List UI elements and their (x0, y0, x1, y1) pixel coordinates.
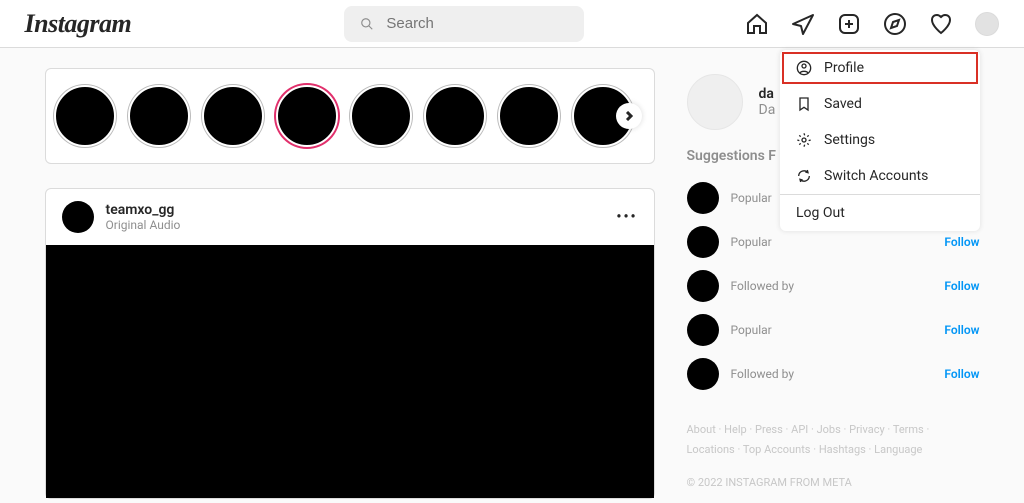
messenger-icon[interactable] (791, 12, 815, 36)
current-username: da (759, 86, 776, 102)
footer-link[interactable]: Jobs (817, 423, 850, 436)
copyright: © 2022 INSTAGRAM FROM META (687, 476, 980, 489)
follow-button[interactable]: Follow (944, 279, 979, 293)
suggestion-subtext: Popular (731, 323, 945, 337)
suggestion-avatar[interactable] (687, 358, 719, 390)
dropdown-label: Log Out (796, 205, 845, 221)
suggestion-row: Followed by Follow (687, 264, 980, 308)
bookmark-icon (796, 96, 812, 112)
suggestion-avatar[interactable] (687, 182, 719, 214)
suggestion-avatar[interactable] (687, 226, 719, 258)
footer-link[interactable]: Top Accounts (743, 443, 819, 456)
dropdown-item-profile[interactable]: Profile (780, 50, 980, 86)
suggestion-subtext: Popular (731, 235, 945, 249)
refresh-icon (796, 168, 812, 184)
follow-button[interactable]: Follow (944, 323, 979, 337)
footer-link[interactable]: Language (874, 443, 922, 456)
user-circle-icon (796, 60, 812, 76)
dropdown-label: Profile (824, 60, 864, 76)
brand-logo[interactable]: Instagram (25, 9, 132, 39)
story-circle[interactable] (498, 85, 560, 147)
post-author-avatar[interactable] (62, 201, 94, 233)
nav-icons (745, 12, 999, 36)
chevron-right-icon (624, 111, 634, 121)
dropdown-item-saved[interactable]: Saved (780, 86, 980, 122)
current-displayname: Da (759, 102, 776, 118)
dropdown-item-logout[interactable]: Log Out (780, 195, 980, 231)
post-media[interactable] (46, 245, 654, 498)
dropdown-item-switch[interactable]: Switch Accounts (780, 158, 980, 194)
footer-links: AboutHelpPressAPIJobsPrivacyTerms Locatio… (687, 420, 980, 460)
footer-link[interactable]: Privacy (849, 423, 893, 436)
current-user-avatar[interactable] (687, 74, 743, 130)
gear-icon (796, 132, 812, 148)
top-navigation: Instagram (0, 0, 1024, 48)
activity-icon[interactable] (929, 12, 953, 36)
footer-link[interactable]: Help (724, 423, 755, 436)
explore-icon[interactable] (883, 12, 907, 36)
footer-link[interactable]: Hashtags (819, 443, 874, 456)
stories-tray (45, 68, 655, 164)
footer-link[interactable]: Locations (687, 443, 743, 456)
suggestion-row: Followed by Follow (687, 352, 980, 396)
post-more-button[interactable]: ••• (616, 209, 637, 225)
suggestion-row: Popular Follow (687, 308, 980, 352)
follow-button[interactable]: Follow (944, 235, 979, 249)
profile-avatar-button[interactable] (975, 12, 999, 36)
story-circle[interactable] (54, 85, 116, 147)
search-input[interactable] (386, 15, 568, 32)
story-circle[interactable] (276, 85, 338, 147)
dropdown-label: Settings (824, 132, 875, 148)
story-circle[interactable] (424, 85, 486, 147)
dropdown-label: Switch Accounts (824, 168, 928, 184)
stories-next-button[interactable] (616, 103, 642, 129)
search-icon (360, 16, 374, 32)
post-subtitle[interactable]: Original Audio (106, 218, 181, 232)
profile-dropdown: Profile Saved Settings Switch Accounts L… (780, 50, 980, 231)
footer-link[interactable]: Press (755, 423, 791, 436)
suggestion-subtext: Followed by (731, 367, 945, 381)
dropdown-label: Saved (824, 96, 862, 112)
follow-button[interactable]: Follow (944, 367, 979, 381)
story-circle[interactable] (128, 85, 190, 147)
story-circle[interactable] (350, 85, 412, 147)
home-icon[interactable] (745, 12, 769, 36)
dropdown-item-settings[interactable]: Settings (780, 122, 980, 158)
new-post-icon[interactable] (837, 12, 861, 36)
footer-link[interactable]: API (791, 423, 816, 436)
suggestion-avatar[interactable] (687, 314, 719, 346)
post-username[interactable]: teamxo_gg (106, 202, 181, 218)
story-circle[interactable] (202, 85, 264, 147)
footer-link[interactable]: Terms (893, 423, 930, 436)
search-box[interactable] (344, 6, 584, 42)
suggestion-subtext: Followed by (731, 279, 945, 293)
feed-post: teamxo_gg Original Audio ••• (45, 188, 655, 499)
footer-link[interactable]: About (687, 423, 725, 436)
suggestion-avatar[interactable] (687, 270, 719, 302)
